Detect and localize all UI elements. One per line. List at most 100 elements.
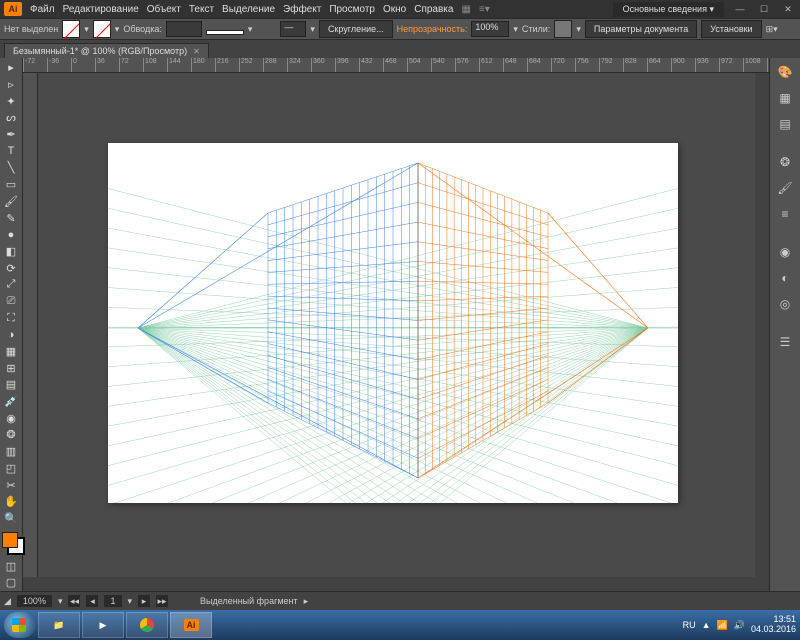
opacity-input[interactable]: 100% — [471, 21, 509, 37]
tools-panel: ▸ ▹ ✦ ᔕ ✒ T ╲ ▭ 🖌 ✎ ● ◧ ⟳ ⤢ ⎚ ⛶ ◑ ▦ ⊞ ▤ … — [0, 58, 23, 591]
tray-clock[interactable]: 13:51 04.03.2016 — [751, 615, 796, 635]
blob-brush-tool[interactable]: ● — [1, 227, 21, 243]
magic-wand-tool[interactable]: ✦ — [1, 93, 21, 109]
screen-mode-icon[interactable]: ▢ — [1, 575, 21, 591]
symbol-sprayer-tool[interactable]: ❂ — [1, 427, 21, 443]
options-bar: Нет выделен ▾ ▾ Обводка: ▾ —▾ Скругление… — [0, 18, 800, 40]
vertical-scrollbar[interactable] — [755, 73, 769, 577]
zoom-level[interactable]: 100% — [17, 595, 52, 607]
perspective-grid-tool[interactable]: ▦ — [1, 344, 21, 360]
artboard-tool[interactable]: ◰ — [1, 461, 21, 477]
fill-color-icon[interactable] — [2, 532, 18, 548]
direct-select-tool[interactable]: ▹ — [1, 77, 21, 93]
brushes-panel-icon[interactable]: 🖌 — [775, 178, 795, 198]
tray-network-icon[interactable]: 📶 — [717, 620, 728, 631]
canvas-viewport[interactable] — [38, 73, 755, 577]
menu-window[interactable]: Окно — [383, 4, 406, 15]
lasso-tool[interactable]: ᔕ — [1, 110, 21, 126]
taskbar-wmp[interactable]: ▶ — [82, 612, 124, 638]
arrange-icon[interactable]: ≡▾ — [479, 4, 490, 15]
menu-select[interactable]: Выделение — [222, 4, 275, 15]
artboard-number[interactable]: 1 — [104, 595, 121, 607]
brush-def[interactable]: — — [280, 21, 306, 37]
type-tool[interactable]: T — [1, 143, 21, 159]
stroke-profile[interactable] — [206, 30, 244, 35]
next-button[interactable]: ▸ — [138, 595, 150, 607]
opacity-label: Непрозрачность: — [397, 24, 468, 34]
slice-tool[interactable]: ✂ — [1, 477, 21, 493]
menu-effect[interactable]: Эффект — [283, 4, 321, 15]
app-window: Ai Файл Редактирование Объект Текст Выде… — [0, 0, 800, 640]
status-info-label: Выделенный фрагмент — [200, 596, 298, 606]
pencil-tool[interactable]: ✎ — [1, 210, 21, 226]
close-button[interactable]: ✕ — [780, 3, 796, 15]
maximize-button[interactable]: ☐ — [756, 3, 772, 15]
graph-tool[interactable]: ▥ — [1, 444, 21, 460]
taskbar-illustrator[interactable]: Ai — [170, 612, 212, 638]
scale-tool[interactable]: ⤢ — [1, 277, 21, 293]
shape-builder-tool[interactable]: ◑ — [1, 327, 21, 343]
rounding-button[interactable]: Скругление... — [319, 20, 393, 38]
bridge-icon[interactable]: ▦ — [461, 4, 470, 15]
tray-flag-icon[interactable]: ▲ — [702, 620, 711, 630]
appearance-panel-icon[interactable]: ◎ — [775, 294, 795, 314]
style-swatch[interactable] — [554, 20, 572, 38]
symbols-panel-icon[interactable]: ❂ — [775, 152, 795, 172]
status-corner-icon: ◢ — [4, 596, 11, 607]
line-tool[interactable]: ╲ — [1, 160, 21, 176]
prev-artboard-button[interactable]: ◂◂ — [68, 595, 80, 607]
artboard — [108, 143, 678, 503]
align-icon[interactable]: ⊞▾ — [766, 24, 778, 35]
mesh-tool[interactable]: ⊞ — [1, 360, 21, 376]
menu-object[interactable]: Объект — [147, 4, 181, 15]
start-button[interactable] — [4, 612, 36, 638]
hand-tool[interactable]: ✋ — [1, 494, 21, 510]
transparency-panel-icon[interactable]: ◐ — [775, 268, 795, 288]
blend-tool[interactable]: ◉ — [1, 410, 21, 426]
prev-button[interactable]: ◂ — [86, 595, 98, 607]
rectangle-tool[interactable]: ▭ — [1, 177, 21, 193]
stroke-panel-icon[interactable]: ≡ — [775, 204, 795, 224]
status-bar: ◢ 100%▾ ◂◂ ◂ 1▾ ▸ ▸▸ Выделенный фрагмент… — [0, 591, 800, 610]
tray-lang[interactable]: RU — [683, 620, 696, 630]
menu-help[interactable]: Справка — [414, 4, 453, 15]
brush-tool[interactable]: 🖌 — [1, 194, 21, 210]
eraser-tool[interactable]: ◧ — [1, 244, 21, 260]
pen-tool[interactable]: ✒ — [1, 127, 21, 143]
menu-text[interactable]: Текст — [189, 4, 214, 15]
zoom-tool[interactable]: 🔍 — [1, 511, 21, 527]
menu-view[interactable]: Просмотр — [329, 4, 375, 15]
selection-tool[interactable]: ▸ — [1, 60, 21, 76]
rotate-tool[interactable]: ⟳ — [1, 260, 21, 276]
eyedropper-tool[interactable]: 💉 — [1, 394, 21, 410]
doc-params-button[interactable]: Параметры документа — [585, 20, 697, 38]
color-panel-icon[interactable]: 🎨 — [775, 62, 795, 82]
graphic-styles-panel-icon[interactable]: ◉ — [775, 242, 795, 262]
document-tab-bar: Безымянный-1* @ 100% (RGB/Просмотр) ✕ — [0, 40, 800, 58]
width-tool[interactable]: ⎚ — [1, 294, 21, 310]
swatches-panel-icon[interactable]: ▦ — [775, 88, 795, 108]
menu-edit[interactable]: Редактирование — [63, 4, 139, 15]
fill-swatch[interactable] — [62, 20, 80, 38]
horizontal-scrollbar[interactable] — [23, 577, 769, 591]
next-artboard-button[interactable]: ▸▸ — [156, 595, 168, 607]
taskbar-chrome[interactable] — [126, 612, 168, 638]
color-guide-panel-icon[interactable]: ▤ — [775, 114, 795, 134]
stroke-weight-input[interactable] — [166, 21, 202, 37]
settings-button[interactable]: Установки — [701, 20, 761, 38]
fill-stroke-control[interactable] — [1, 531, 21, 557]
menu-file[interactable]: Файл — [30, 4, 55, 15]
document-tab[interactable]: Безымянный-1* @ 100% (RGB/Просмотр) ✕ — [4, 43, 209, 58]
taskbar-explorer[interactable]: 📁 — [38, 612, 80, 638]
free-transform-tool[interactable]: ⛶ — [1, 310, 21, 326]
draw-mode-icon[interactable]: ◫ — [1, 558, 21, 574]
gradient-tool[interactable]: ▤ — [1, 377, 21, 393]
layers-panel-icon[interactable]: ☰ — [775, 332, 795, 352]
vertical-ruler — [23, 73, 38, 577]
workspace-switcher[interactable]: Основные сведения ▾ — [613, 2, 724, 17]
close-tab-icon[interactable]: ✕ — [193, 47, 200, 56]
minimize-button[interactable]: — — [732, 3, 748, 15]
tray-volume-icon[interactable]: 🔊 — [734, 620, 745, 631]
stroke-swatch[interactable] — [93, 20, 111, 38]
system-tray[interactable]: RU ▲ 📶 🔊 13:51 04.03.2016 — [683, 615, 796, 635]
